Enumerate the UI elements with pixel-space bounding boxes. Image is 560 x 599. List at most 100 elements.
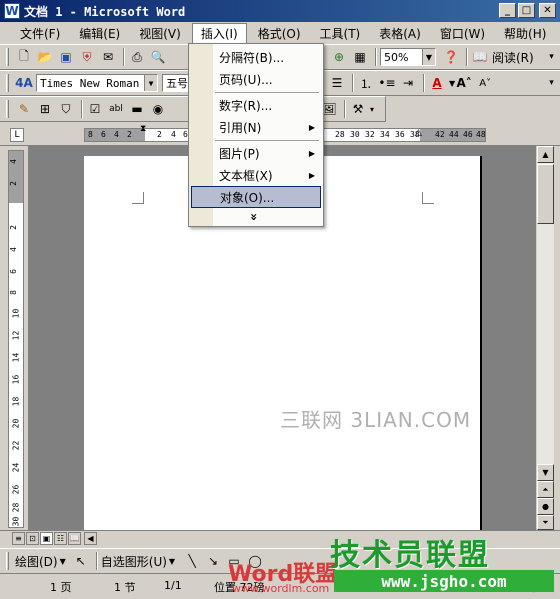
normal-view-icon[interactable]: ≡ bbox=[12, 532, 25, 545]
ruler-tick: 22 bbox=[11, 440, 21, 451]
menu-item-number[interactable]: 数字(R)... bbox=[191, 94, 321, 116]
chevron-down-icon[interactable]: ▼ bbox=[60, 557, 66, 566]
scroll-up-icon[interactable]: ▲ bbox=[537, 146, 554, 163]
ruler-tick: 32 bbox=[365, 130, 375, 139]
hyperlink-icon[interactable]: ⊕ bbox=[330, 48, 348, 66]
bullets-icon[interactable]: •≡ bbox=[378, 74, 396, 92]
tab-selector[interactable]: L bbox=[10, 128, 24, 142]
close-button[interactable]: ✕ bbox=[539, 3, 556, 18]
print-icon[interactable]: ⎙ bbox=[128, 48, 146, 66]
table-icon[interactable]: ▦ bbox=[351, 48, 369, 66]
insert-menu-dropdown: 分隔符(B)... 页码(U)... 数字(R)... 引用(N) ▶ 图片(P)… bbox=[188, 43, 324, 227]
vertical-scrollbar[interactable]: ▲ ▼ ⏶ ● ⏷ bbox=[537, 146, 554, 530]
autoshapes-button[interactable]: 自选图形(U) bbox=[101, 553, 167, 570]
email-icon[interactable]: ✉ bbox=[99, 48, 117, 66]
zoom-value: 50% bbox=[384, 50, 409, 64]
outline-view-icon[interactable]: ☷ bbox=[54, 532, 67, 545]
print-view-icon[interactable]: ▣ bbox=[40, 532, 53, 545]
draw-menu-button[interactable]: 绘图(D) bbox=[15, 553, 58, 570]
chevron-down-icon[interactable]: ▼ bbox=[169, 557, 175, 566]
arrow-icon[interactable]: ↘ bbox=[204, 552, 222, 570]
toolbar-grip[interactable] bbox=[6, 48, 9, 66]
toolbar-grip[interactable] bbox=[6, 552, 9, 570]
toolbar-options-icon[interactable]: ▾ bbox=[546, 74, 557, 92]
permission-icon[interactable]: ⛨ bbox=[78, 48, 96, 66]
ruler-tick: 4 bbox=[171, 130, 176, 139]
maximize-button[interactable]: □ bbox=[518, 3, 535, 18]
right-indent-marker-icon[interactable]: △ bbox=[415, 128, 423, 140]
font-color-icon[interactable]: A bbox=[428, 74, 446, 92]
reading-view-icon[interactable]: 📖 bbox=[68, 532, 81, 545]
toolbar-grip[interactable] bbox=[6, 100, 9, 118]
menu-edit[interactable]: 编辑(E) bbox=[71, 23, 128, 43]
menu-format[interactable]: 格式(O) bbox=[250, 23, 309, 43]
toolbar-options-icon[interactable]: ▾ bbox=[546, 48, 557, 66]
jsgho-logo: 技术员联盟 bbox=[330, 538, 490, 573]
menu-insert[interactable]: 插入(I) bbox=[191, 23, 247, 43]
read-icon: 📖 bbox=[472, 50, 488, 64]
line-icon[interactable]: ╲ bbox=[183, 552, 201, 570]
ruler-tick: 4 bbox=[8, 159, 18, 164]
browse-object-icon[interactable]: ● bbox=[537, 498, 554, 515]
form-field-icon[interactable]: ⊞ bbox=[36, 100, 54, 118]
window-title: 文档 1 - Microsoft Word bbox=[24, 4, 186, 19]
zoom-select[interactable]: 50% ▼ bbox=[380, 48, 436, 66]
menu-item-object[interactable]: 对象(O)... bbox=[191, 186, 321, 208]
print-preview-icon[interactable]: 🔍 bbox=[149, 48, 167, 66]
menu-view[interactable]: 视图(V) bbox=[131, 23, 189, 43]
select-pointer-icon[interactable]: ↖ bbox=[72, 552, 90, 570]
ruler-tick: 14 bbox=[11, 352, 21, 363]
ruler-tick: 42 bbox=[435, 130, 445, 139]
vertical-ruler[interactable]: 4 2 2 4 6 8 10 12 14 16 18 20 22 24 26 2… bbox=[8, 150, 24, 528]
scroll-down-icon[interactable]: ▼ bbox=[537, 464, 554, 481]
menu-tools[interactable]: 工具(T) bbox=[312, 23, 369, 43]
new-document-icon[interactable]: 🗋 bbox=[15, 48, 33, 66]
option-button-icon[interactable]: ◉ bbox=[149, 100, 167, 118]
chevron-down-icon[interactable]: ▾ bbox=[370, 105, 374, 114]
menu-item-text-box[interactable]: 文本框(X) ▶ bbox=[191, 164, 321, 186]
menu-item-picture[interactable]: 图片(P) ▶ bbox=[191, 142, 321, 164]
expand-menu-icon[interactable]: » bbox=[245, 208, 263, 226]
shrink-font-icon[interactable]: A˅ bbox=[476, 74, 494, 92]
next-page-icon[interactable]: ⏷ bbox=[537, 515, 554, 530]
save-icon[interactable]: ▣ bbox=[57, 48, 75, 66]
jsgho-watermark: 技术员联盟 www.jsgho.com bbox=[330, 530, 560, 599]
styles-icon[interactable]: 4A bbox=[15, 74, 33, 92]
minimize-button[interactable]: _ bbox=[499, 3, 516, 18]
open-folder-icon[interactable]: 📂 bbox=[36, 48, 54, 66]
status-section: 1 节 bbox=[114, 581, 136, 594]
help-icon[interactable]: ❓ bbox=[442, 48, 460, 66]
menu-table[interactable]: 表格(A) bbox=[371, 23, 429, 43]
chevron-down-icon[interactable]: ▼ bbox=[422, 49, 435, 65]
chevron-down-icon[interactable]: ▼ bbox=[144, 75, 157, 91]
submenu-arrow-icon: ▶ bbox=[308, 170, 315, 180]
indent-icon[interactable]: ⇥ bbox=[399, 74, 417, 92]
justify-icon[interactable]: ☰ bbox=[328, 74, 346, 92]
scroll-left-icon[interactable]: ◀ bbox=[84, 532, 97, 545]
menu-item-page-numbers[interactable]: 页码(U)... bbox=[191, 68, 321, 90]
toolbar-grip[interactable] bbox=[6, 74, 9, 92]
menu-file[interactable]: 文件(F) bbox=[12, 23, 68, 43]
textbox-field-icon[interactable]: abl bbox=[107, 100, 125, 118]
numbering-icon[interactable]: ⒈ bbox=[357, 74, 375, 92]
ruler-tick: 18 bbox=[11, 396, 21, 407]
font-name-select[interactable]: Times New Roman ▼ bbox=[36, 74, 158, 92]
scroll-thumb[interactable] bbox=[537, 164, 554, 224]
margin-corner bbox=[132, 192, 144, 204]
ruler-tick: 34 bbox=[380, 130, 390, 139]
previous-page-icon[interactable]: ⏶ bbox=[537, 481, 554, 498]
read-mode-button[interactable]: 阅读(R) bbox=[492, 49, 534, 66]
combo-field-icon[interactable]: ▬ bbox=[128, 100, 146, 118]
checkbox-icon[interactable]: ☑ bbox=[86, 100, 104, 118]
menu-item-reference[interactable]: 引用(N) ▶ bbox=[191, 116, 321, 138]
indent-marker-icon[interactable]: ⧗ bbox=[140, 124, 148, 146]
menu-item-label: 数字(R)... bbox=[219, 98, 273, 113]
draw-table-icon[interactable]: ✎ bbox=[15, 100, 33, 118]
menu-item-break[interactable]: 分隔符(B)... bbox=[191, 46, 321, 68]
grow-font-icon[interactable]: A˄ bbox=[455, 74, 473, 92]
menu-window[interactable]: 窗口(W) bbox=[432, 23, 493, 43]
menu-help[interactable]: 帮助(H) bbox=[496, 23, 554, 43]
protect-icon[interactable]: ⛉ bbox=[57, 100, 75, 118]
design-mode-icon[interactable]: ⚒ bbox=[349, 100, 367, 118]
web-view-icon[interactable]: ⊡ bbox=[26, 532, 39, 545]
